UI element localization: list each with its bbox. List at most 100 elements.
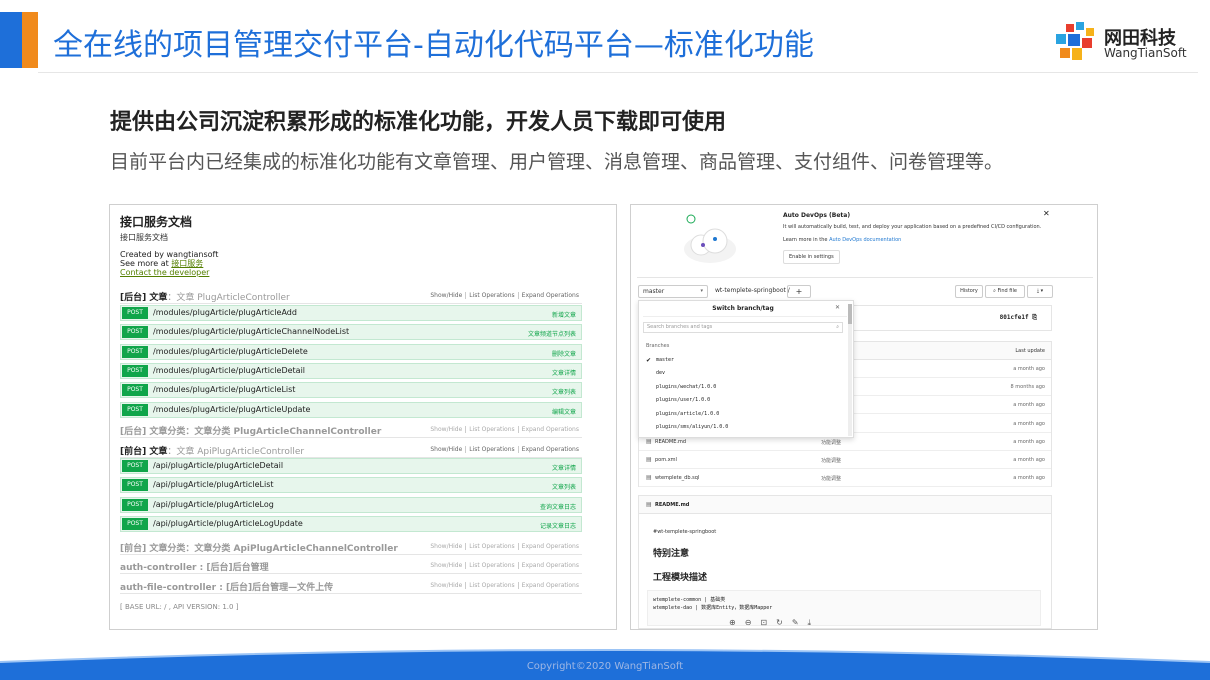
- base-url: [ BASE URL: / , API VERSION: 1.0 ]: [120, 603, 239, 611]
- api-operation-row[interactable]: POST/modules/plugArticle/plugArticleChan…: [120, 324, 582, 341]
- expand-operations-link[interactable]: Expand Operations: [517, 543, 582, 550]
- show-hide-link[interactable]: Show/Hide: [427, 562, 465, 569]
- api-group[interactable]: auth-file-controller : [后台]后台管理—文件上传 Sho…: [120, 578, 582, 594]
- api-group-name: [后台] 文章：文章 PlugArticleController: [120, 290, 290, 303]
- branch-item[interactable]: dev: [656, 370, 665, 376]
- file-name[interactable]: pom.xml: [655, 457, 677, 463]
- api-operation-row[interactable]: POST/api/plugArticle/plugArticleLogUpdat…: [120, 515, 582, 532]
- api-operation-row[interactable]: POST/modules/plugArticle/plugArticleList…: [120, 382, 582, 399]
- operation-path: /modules/plugArticle/plugArticleList: [153, 385, 296, 395]
- expand-operations-link[interactable]: Expand Operations: [517, 426, 582, 433]
- operation-description: 文章频道节点列表: [527, 331, 576, 339]
- file-commit-message[interactable]: 功能调整: [821, 475, 841, 482]
- devops-docs-link[interactable]: Auto DevOps documentation: [829, 237, 901, 243]
- history-button[interactable]: History: [955, 285, 983, 298]
- api-group-name: auth-controller : [后台]后台管理: [120, 563, 269, 573]
- expand-operations-link[interactable]: Expand Operations: [517, 582, 582, 589]
- expand-operations-link[interactable]: Expand Operations: [517, 562, 582, 569]
- divider: [643, 316, 847, 317]
- check-icon: ✔: [646, 357, 652, 364]
- file-commit-message[interactable]: 功能调整: [821, 439, 841, 446]
- api-group-name: [前台] 文章分类：文章分类 ApiPlugArticleChannelCont…: [120, 544, 398, 554]
- show-hide-link[interactable]: Show/Hide: [427, 426, 465, 433]
- see-more-prefix: See more at: [120, 259, 172, 268]
- readme-box: ▤ README.md #wt-templete-springboot 特别注意…: [638, 495, 1052, 629]
- operation-path: /modules/plugArticle/plugArticleChannelN…: [153, 327, 350, 337]
- devops-text: It will automatically build, test, and d…: [783, 224, 1042, 230]
- api-operation-row[interactable]: POST/modules/plugArticle/plugArticleDeta…: [120, 362, 582, 379]
- api-operation-row[interactable]: POST/modules/plugArticle/plugArticleUpda…: [120, 401, 582, 418]
- close-icon[interactable]: ✕: [835, 304, 840, 311]
- contact-developer-link[interactable]: Contact the developer: [120, 268, 218, 277]
- operation-path: /api/plugArticle/plugArticleDetail: [153, 461, 284, 470]
- file-commit-message[interactable]: 功能调整: [821, 457, 841, 464]
- file-last-update: a month ago: [1013, 402, 1045, 409]
- see-more-link[interactable]: 接口服务: [171, 259, 203, 268]
- file-name[interactable]: wtemplete_db.sql: [655, 475, 699, 481]
- api-doc-meta: Created by wangtiansoft See more at 接口服务…: [120, 250, 218, 277]
- operation-description: 文章列表: [551, 389, 576, 397]
- zoom-in-icon[interactable]: ⊕: [729, 618, 736, 627]
- show-hide-link[interactable]: Show/Hide: [427, 543, 465, 550]
- copy-icon[interactable]: ⎘: [1032, 314, 1037, 321]
- header-divider: [38, 72, 1198, 73]
- subtitle: 提供由公司沉淀积累形成的标准化功能，开发人员下载即可使用: [110, 110, 727, 135]
- clone-button[interactable]: ⤓ ▾: [1027, 285, 1053, 298]
- readme-title: README.md: [655, 502, 690, 508]
- readme-heading-1: #wt-templete-springboot: [653, 529, 717, 535]
- list-operations-link[interactable]: List Operations: [465, 446, 518, 453]
- enable-in-settings-button[interactable]: Enable in settings: [783, 250, 840, 264]
- file-name[interactable]: README.md: [655, 439, 686, 445]
- expand-operations-link[interactable]: Expand Operations: [517, 446, 582, 453]
- pen-icon[interactable]: ✎: [792, 618, 799, 627]
- list-operations-link[interactable]: List Operations: [465, 292, 518, 299]
- scrollbar-thumb[interactable]: [848, 304, 852, 324]
- api-operation-row[interactable]: POST/api/plugArticle/plugArticleLog 查询文章日…: [120, 496, 582, 513]
- list-operations-link[interactable]: List Operations: [465, 543, 518, 550]
- show-hide-link[interactable]: Show/Hide: [427, 582, 465, 589]
- file-icon: ▤: [646, 456, 652, 463]
- list-operations-link[interactable]: List Operations: [465, 582, 518, 589]
- list-operations-link[interactable]: List Operations: [465, 562, 518, 569]
- expand-operations-link[interactable]: Expand Operations: [517, 292, 582, 299]
- logo-en-text: WangTianSoft: [1104, 46, 1187, 60]
- branch-item[interactable]: plugins/user/1.0.0: [656, 397, 710, 403]
- branch-dropdown: Switch branch/tag ✕ Search branches and …: [638, 300, 854, 438]
- branch-item[interactable]: master: [656, 357, 674, 363]
- devops-title: Auto DevOps (Beta): [783, 212, 851, 219]
- rotate-icon[interactable]: ↻: [776, 618, 783, 627]
- dropdown-scrollbar[interactable]: [848, 304, 852, 436]
- branch-search-input[interactable]: Search branches and tags ⌕: [643, 322, 843, 333]
- api-operation-row[interactable]: POST/api/plugArticle/plugArticleList 文章列表: [120, 477, 582, 494]
- find-file-button[interactable]: ⌕ Find file: [985, 285, 1025, 298]
- api-group[interactable]: [前台] 文章分类：文章分类 ApiPlugArticleChannelCont…: [120, 539, 582, 555]
- zoom-out-icon[interactable]: ⊖: [745, 618, 752, 627]
- close-icon[interactable]: ✕: [1043, 209, 1050, 218]
- api-operation-row[interactable]: POST/modules/plugArticle/plugArticleDele…: [120, 343, 582, 360]
- branch-select[interactable]: master ▾: [638, 285, 708, 298]
- download-icon[interactable]: ⤓: [808, 618, 812, 628]
- api-group[interactable]: auth-controller : [后台]后台管理 Show/Hide List…: [120, 558, 582, 574]
- list-operations-link[interactable]: List Operations: [465, 426, 518, 433]
- operation-path: /modules/plugArticle/plugArticleDelete: [153, 346, 308, 356]
- file-row[interactable]: ▤ wtemplete_db.sql 功能调整 a month ago: [639, 469, 1051, 488]
- search-placeholder: Search branches and tags: [647, 324, 713, 330]
- api-group[interactable]: [后台] 文章：文章 PlugArticleController Show/Hi…: [120, 288, 582, 304]
- add-button[interactable]: +: [787, 285, 811, 298]
- show-hide-link[interactable]: Show/Hide: [427, 292, 465, 299]
- branch-item[interactable]: plugins/wechat/1.0.0: [656, 384, 716, 390]
- api-group[interactable]: [前台] 文章：文章 ApiPlugArticleController Show…: [120, 442, 582, 458]
- api-operation-row[interactable]: POST/modules/plugArticle/plugArticleAdd 新…: [120, 305, 582, 321]
- api-operation-row[interactable]: POST/api/plugArticle/plugArticleDetail 文章…: [120, 458, 582, 474]
- commit-sha[interactable]: 801cfe1f ⎘: [1000, 314, 1037, 322]
- readme-header: ▤ README.md: [639, 496, 1051, 514]
- fit-page-icon[interactable]: ⊡: [760, 618, 767, 627]
- file-row[interactable]: ▤ pom.xml 功能调整 a month ago: [639, 451, 1051, 469]
- show-hide-link[interactable]: Show/Hide: [427, 446, 465, 453]
- branch-item[interactable]: plugins/article/1.0.0: [656, 411, 719, 417]
- api-group[interactable]: [后台] 文章分类：文章分类 PlugArticleChannelControl…: [120, 422, 582, 438]
- group-links: Show/Hide List Operations Expand Operation…: [427, 446, 582, 453]
- find-file-label: Find file: [997, 288, 1017, 294]
- branch-item[interactable]: plugins/sms/aliyun/1.0.0: [656, 424, 728, 430]
- branches-section-label: Branches: [646, 343, 670, 349]
